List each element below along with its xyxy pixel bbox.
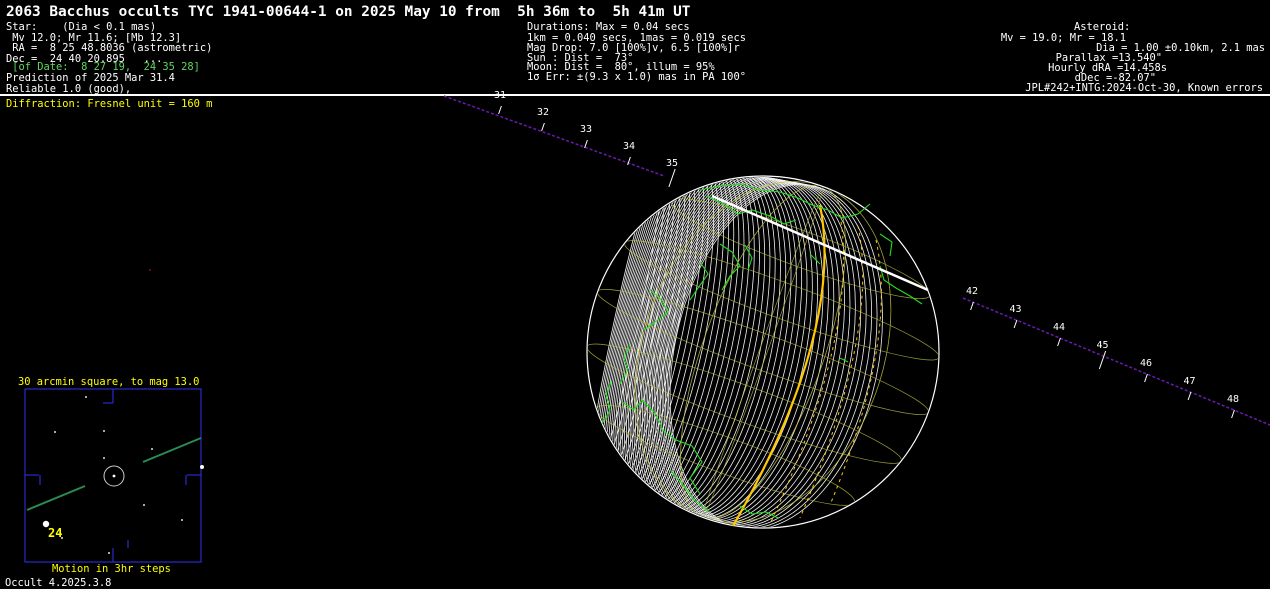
track-lower-tick xyxy=(970,301,974,311)
track-upper-label: 31 xyxy=(494,90,506,101)
track-lower-label: 48 xyxy=(1227,394,1239,405)
track-upper-tick xyxy=(668,168,676,188)
track-lower-label: 42 xyxy=(966,286,978,297)
track-lower-tick xyxy=(1144,373,1148,383)
track-upper-tick xyxy=(498,105,502,115)
track-upper-tick xyxy=(584,139,588,149)
track-lower-label: 44 xyxy=(1053,322,1065,333)
track-lower-label: 45 xyxy=(1097,340,1109,351)
track-upper-label: 34 xyxy=(623,141,635,152)
earth-globe xyxy=(586,175,940,529)
path-track-lower: 4243444546474849 xyxy=(962,286,1270,426)
track-lower-label: 46 xyxy=(1140,358,1152,369)
track-lower-tick xyxy=(1098,350,1107,370)
track-upper-label: 35 xyxy=(666,158,678,169)
star-chart-heading: 30 arcmin square, to mag 13.0 xyxy=(18,376,200,388)
track-lower-tick xyxy=(1187,391,1192,401)
track-lower-tick xyxy=(1013,319,1018,329)
track-lower-label: 47 xyxy=(1184,376,1196,387)
track-lower-tick xyxy=(1057,337,1061,347)
track-lower-tick xyxy=(1231,409,1235,419)
path-track-upper: 31 32 33 34 35 xyxy=(443,90,678,188)
track-upper-tick xyxy=(541,122,545,132)
star-chart-marker: 24 xyxy=(48,526,63,540)
star-chart xyxy=(24,269,204,563)
star-chart-footer: Motion in 3hr steps xyxy=(52,563,171,575)
version-label: Occult 4.2025.3.8 xyxy=(5,577,112,589)
track-upper-label: 32 xyxy=(537,107,549,118)
track-lower-label: 43 xyxy=(1010,304,1022,315)
track-upper-label: 33 xyxy=(580,124,592,135)
occultation-map: 3132333435 4243444546474849 xyxy=(24,90,1270,563)
